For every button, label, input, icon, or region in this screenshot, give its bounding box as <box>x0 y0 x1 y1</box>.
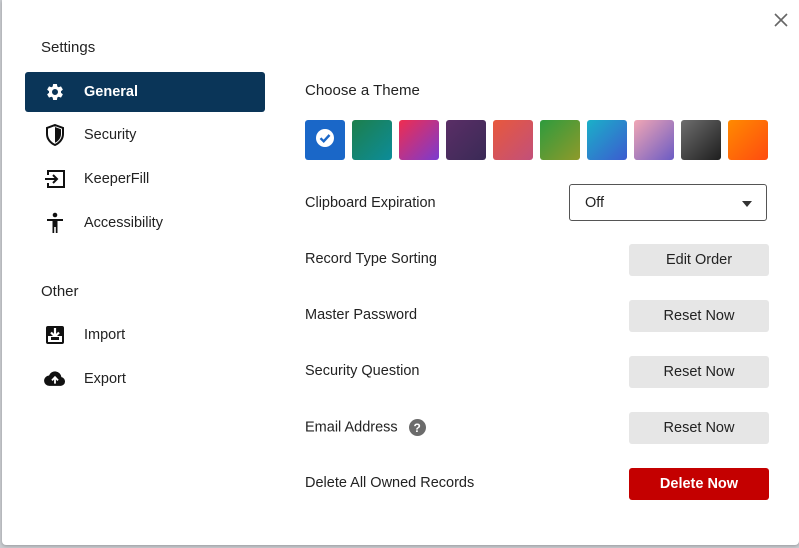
theme-swatches <box>305 120 768 160</box>
theme-swatch-pastel[interactable] <box>634 120 674 160</box>
theme-swatch-cyan-blue[interactable] <box>587 120 627 160</box>
shield-icon <box>44 124 66 146</box>
theme-swatch-pink-purple[interactable] <box>399 120 439 160</box>
theme-swatch-coral[interactable] <box>493 120 533 160</box>
other-heading: Other <box>41 283 79 300</box>
reset-master-password-button[interactable]: Reset Now <box>629 300 769 332</box>
caret-down-icon <box>742 195 752 211</box>
select-value: Off <box>585 194 605 211</box>
edit-order-button[interactable]: Edit Order <box>629 244 769 276</box>
sidebar-item-import[interactable]: Import <box>25 315 265 355</box>
keeperfill-icon <box>44 168 66 190</box>
sidebar-item-label: Accessibility <box>84 215 163 231</box>
theme-swatch-orange[interactable] <box>728 120 768 160</box>
cloud-upload-icon <box>44 368 66 390</box>
settings-heading: Settings <box>41 39 96 56</box>
theme-swatch-plum[interactable] <box>446 120 486 160</box>
master-password-label: Master Password <box>305 307 418 323</box>
theme-swatch-blue[interactable] <box>305 120 345 160</box>
sidebar-item-security[interactable]: Security <box>25 115 265 155</box>
sidebar-item-label: Export <box>84 371 126 387</box>
check-circle-icon <box>315 128 335 153</box>
settings-dialog: Settings General Security KeeperFill Acc… <box>2 0 799 545</box>
security-question-label: Security Question <box>305 363 420 379</box>
sidebar-item-label: Import <box>84 327 126 343</box>
theme-swatch-graphite[interactable] <box>681 120 721 160</box>
reset-security-question-button[interactable]: Reset Now <box>629 356 769 388</box>
gear-icon <box>44 81 66 103</box>
sidebar-item-general[interactable]: General <box>25 72 265 112</box>
delete-records-label: Delete All Owned Records <box>305 475 475 491</box>
accessibility-icon <box>44 212 66 234</box>
sidebar-item-keeperfill[interactable]: KeeperFill <box>25 159 265 199</box>
clipboard-expiration-select[interactable]: Off <box>569 184 767 221</box>
theme-swatch-green-olive[interactable] <box>540 120 580 160</box>
reset-email-button[interactable]: Reset Now <box>629 412 769 444</box>
sidebar-item-accessibility[interactable]: Accessibility <box>25 203 265 243</box>
sidebar-item-label: KeeperFill <box>84 171 150 187</box>
import-icon <box>44 324 66 346</box>
theme-swatch-teal[interactable] <box>352 120 392 160</box>
email-address-row: Email Address? <box>305 419 426 436</box>
help-icon[interactable]: ? <box>408 419 426 436</box>
sidebar-item-export[interactable]: Export <box>25 359 265 399</box>
clipboard-expiration-label: Clipboard Expiration <box>305 195 436 211</box>
delete-now-button[interactable]: Delete Now <box>629 468 769 500</box>
sidebar-item-label: General <box>84 84 138 100</box>
record-type-sorting-label: Record Type Sorting <box>305 251 437 267</box>
close-icon[interactable] <box>771 10 791 30</box>
theme-title: Choose a Theme <box>305 82 420 99</box>
sidebar-item-label: Security <box>84 127 137 143</box>
email-address-label: Email Address <box>305 419 398 436</box>
